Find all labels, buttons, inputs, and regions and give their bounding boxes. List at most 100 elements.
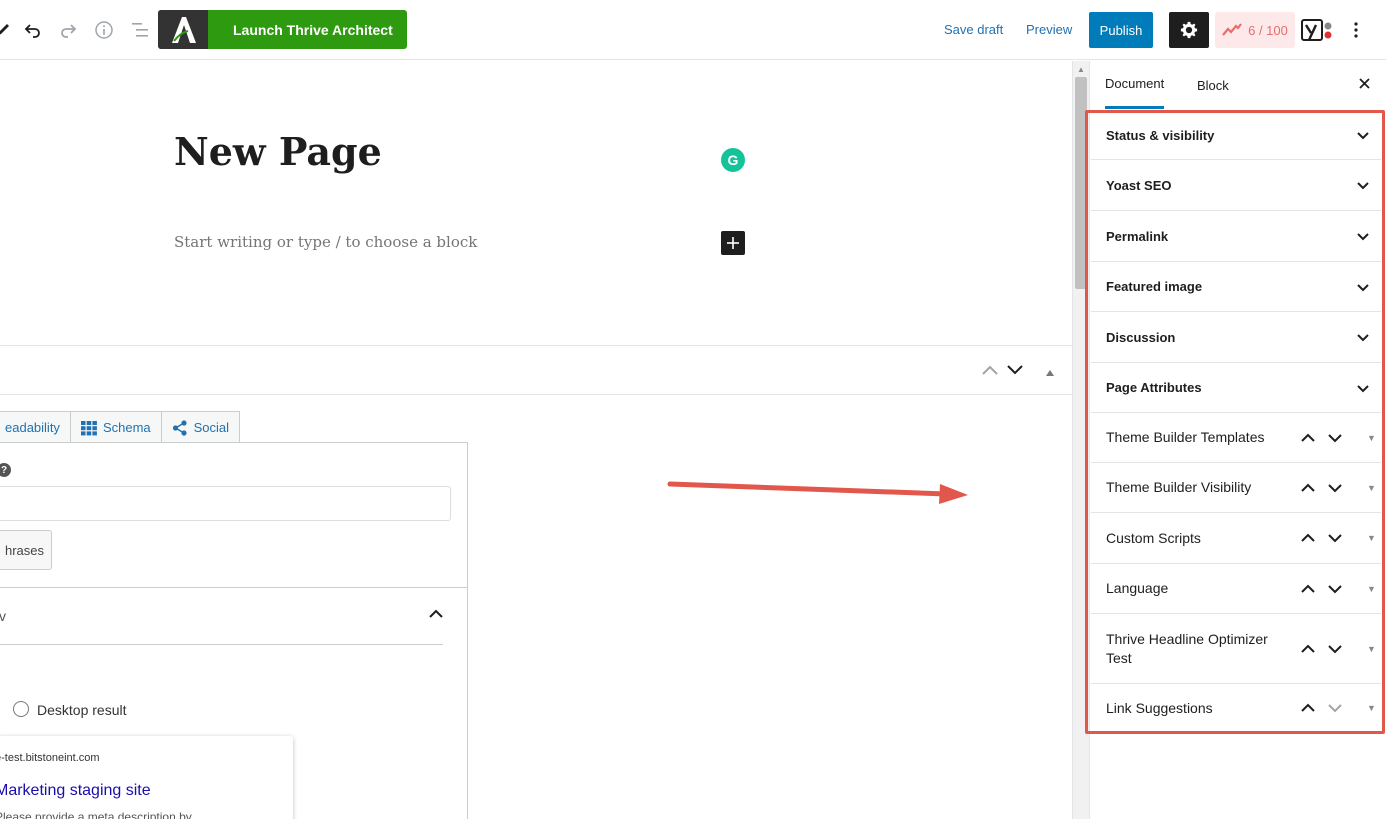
panel-theme-builder-templates[interactable]: Theme Builder Templates ▼: [1091, 413, 1381, 463]
launch-label: Launch Thrive Architect: [233, 21, 393, 38]
focus-keyphrase-input[interactable]: [0, 486, 451, 521]
toggle-triangle-icon[interactable]: ▼: [1367, 433, 1376, 443]
panel-page-attributes[interactable]: Page Attributes: [1091, 363, 1381, 413]
preview-button[interactable]: Preview: [1026, 22, 1072, 37]
scroll-up-icon[interactable]: ▲: [1077, 65, 1085, 74]
thrive-logo-icon: [158, 10, 208, 49]
chevron-down-icon[interactable]: [1326, 479, 1344, 497]
add-block-button[interactable]: [721, 231, 745, 255]
score-icon: [1222, 23, 1242, 36]
chevron-down-icon[interactable]: [1326, 699, 1344, 717]
chevron-up-icon[interactable]: [1299, 529, 1317, 547]
panel-status-visibility[interactable]: Status & visibility: [1091, 111, 1381, 160]
seo-score-button[interactable]: 6 / 100: [1215, 12, 1295, 48]
chevron-up-icon[interactable]: [982, 362, 998, 378]
launch-thrive-architect-button[interactable]: Launch Thrive Architect: [158, 10, 407, 49]
desktop-result-radio[interactable]: [13, 701, 29, 717]
panel-label: Custom Scripts: [1106, 529, 1201, 546]
publish-button[interactable]: Publish: [1089, 12, 1153, 48]
chevron-down-icon[interactable]: [1326, 429, 1344, 447]
chevron-up-icon[interactable]: [1299, 429, 1317, 447]
chevron-up-icon[interactable]: [429, 605, 443, 623]
divider: [0, 587, 467, 588]
redo-icon[interactable]: [53, 15, 83, 45]
panel-yoast-seo[interactable]: Yoast SEO: [1091, 160, 1381, 211]
save-draft-button[interactable]: Save draft: [944, 22, 1003, 37]
panel-label: Discussion: [1106, 329, 1176, 345]
list-view-icon[interactable]: [125, 15, 155, 45]
chevron-down-icon[interactable]: [1355, 279, 1371, 295]
scrollbar-thumb[interactable]: [1075, 77, 1087, 289]
related-keyphrases-button[interactable]: hrases: [0, 530, 52, 570]
chevron-down-icon[interactable]: [1355, 127, 1371, 143]
toggle-triangle-icon[interactable]: ▼: [1367, 644, 1376, 654]
chevron-up-icon[interactable]: [1299, 640, 1317, 658]
gear-icon: [1180, 21, 1198, 39]
annotation-arrow: [667, 481, 968, 504]
toggle-triangle-icon[interactable]: ▼: [1367, 584, 1376, 594]
panel-custom-scripts[interactable]: Custom Scripts ▼: [1091, 513, 1381, 564]
tab-schema[interactable]: Schema: [69, 411, 162, 443]
chevron-up-icon[interactable]: [1299, 580, 1317, 598]
snippet-url: e-test.bitstoneint.com: [0, 752, 100, 764]
editor-scrollbar[interactable]: ▲: [1072, 61, 1089, 819]
tab-social[interactable]: Social: [160, 411, 241, 443]
page-title[interactable]: New Page: [174, 129, 382, 174]
panel-theme-builder-visibility[interactable]: Theme Builder Visibility ▼: [1091, 463, 1381, 513]
pencil-icon[interactable]: [0, 15, 18, 45]
panel-thrive-headline-optimizer-test[interactable]: Thrive Headline Optimizer Test ▼: [1091, 614, 1381, 684]
panel-label: Yoast SEO: [1106, 177, 1172, 193]
toggle-triangle-icon[interactable]: [1045, 364, 1055, 380]
sidebar-panels: Status & visibility Yoast SEO Permalink …: [1091, 111, 1381, 732]
tab-readability[interactable]: eadability: [0, 411, 71, 443]
panel-language[interactable]: Language ▼: [1091, 564, 1381, 614]
panel-label: Thrive Headline Optimizer Test: [1106, 630, 1268, 666]
panel-featured-image[interactable]: Featured image: [1091, 262, 1381, 312]
schema-tab-label: Schema: [102, 420, 151, 435]
panel-label: Theme Builder Templates: [1106, 429, 1265, 445]
chevron-down-icon[interactable]: [1326, 529, 1344, 547]
panel-permalink[interactable]: Permalink: [1091, 211, 1381, 262]
share-icon: [172, 419, 187, 436]
info-icon[interactable]: [89, 15, 119, 45]
panel-label: Page Attributes: [1106, 380, 1202, 395]
panel-link-suggestions[interactable]: Link Suggestions ▼: [1091, 684, 1381, 732]
grammarly-icon[interactable]: G: [721, 148, 745, 172]
panel-label: Link Suggestions: [1106, 699, 1213, 716]
plus-icon: [727, 237, 739, 249]
yoast-tabs: eadability Schema Social: [0, 411, 241, 443]
snippet-preview-heading[interactable]: v: [0, 608, 6, 624]
panel-label: Status & visibility: [1106, 127, 1215, 143]
close-icon[interactable]: [1352, 71, 1376, 95]
help-icon[interactable]: ?: [0, 463, 11, 477]
block-placeholder[interactable]: Start writing or type / to choose a bloc…: [174, 233, 477, 251]
readability-tab-label: eadability: [5, 420, 60, 435]
undo-icon[interactable]: [18, 15, 48, 45]
yoast-icon[interactable]: [1301, 14, 1335, 46]
chevron-up-icon[interactable]: [1299, 699, 1317, 717]
toggle-triangle-icon[interactable]: ▼: [1367, 703, 1376, 713]
tab-document[interactable]: Document: [1105, 61, 1165, 109]
chevron-down-icon[interactable]: [1326, 580, 1344, 598]
chevron-down-icon[interactable]: [1355, 329, 1371, 345]
metabox-header: [0, 345, 1072, 395]
snippet-title[interactable]: Marketing staging site: [0, 782, 151, 800]
panel-label: Permalink: [1106, 228, 1169, 244]
more-vertical-icon[interactable]: [1344, 15, 1368, 45]
chevron-down-icon[interactable]: [1007, 362, 1023, 378]
chevron-down-icon[interactable]: [1355, 177, 1371, 193]
chevron-down-icon[interactable]: [1355, 380, 1371, 396]
toggle-triangle-icon[interactable]: ▼: [1367, 483, 1376, 493]
toggle-triangle-icon[interactable]: ▼: [1367, 533, 1376, 543]
settings-button[interactable]: [1169, 12, 1209, 48]
chevron-down-icon[interactable]: [1355, 228, 1371, 244]
chevron-up-icon[interactable]: [1299, 479, 1317, 497]
snippet-description[interactable]: Please provide a meta description by: [0, 810, 192, 819]
tab-block[interactable]: Block: [1197, 61, 1229, 109]
chevron-down-icon[interactable]: [1326, 640, 1344, 658]
divider: [0, 644, 443, 645]
panel-discussion[interactable]: Discussion: [1091, 312, 1381, 363]
score-value: 6 / 100: [1248, 22, 1288, 38]
grid-icon: [80, 420, 97, 435]
editor-canvas: New Page G Start writing or type / to ch…: [0, 61, 1072, 819]
